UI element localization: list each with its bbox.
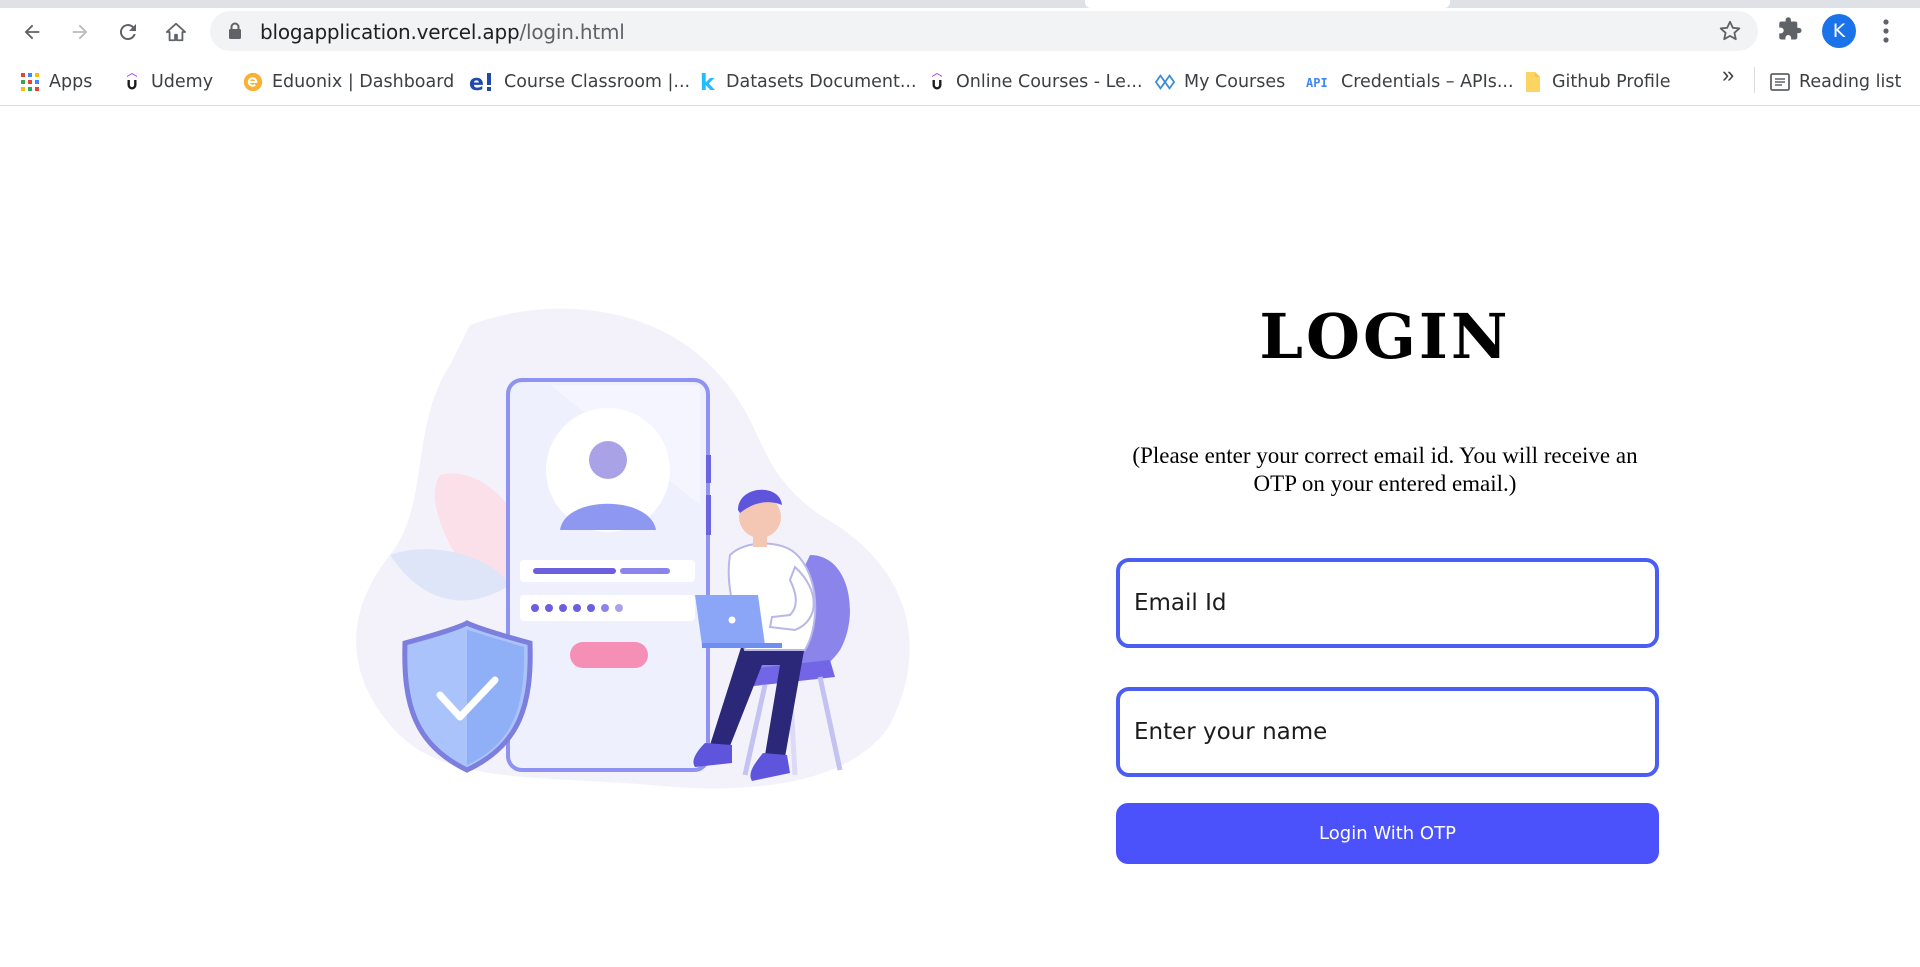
bookmark-label: Course Classroom |... bbox=[504, 72, 691, 92]
apps-grid-icon bbox=[20, 72, 40, 92]
kaggle-icon: k bbox=[697, 71, 717, 93]
bookmark-credentials[interactable]: API Credentials – APIs... bbox=[1306, 68, 1514, 96]
email-field[interactable] bbox=[1116, 558, 1659, 648]
api-icon: API bbox=[1306, 72, 1332, 92]
svg-text:e: e bbox=[469, 71, 484, 94]
avatar-head bbox=[589, 441, 627, 479]
form-line-fill bbox=[533, 568, 616, 574]
phone-side-button bbox=[706, 455, 711, 483]
reload-icon bbox=[119, 24, 136, 41]
name-field[interactable] bbox=[1116, 687, 1659, 777]
login-instructions: (Please enter your correct email id. You… bbox=[1132, 443, 1638, 496]
tab-strip bbox=[0, 0, 1920, 8]
login-pill bbox=[570, 642, 648, 668]
page-title: LOGIN bbox=[1259, 300, 1511, 373]
folder-icon bbox=[1523, 72, 1543, 92]
bookmark-label: Apps bbox=[49, 72, 93, 92]
course-classroom-icon: e bbox=[469, 71, 495, 94]
home-button[interactable] bbox=[158, 14, 194, 50]
bookmark-label: Online Courses - Le... bbox=[956, 72, 1143, 92]
bookmark-star-icon[interactable] bbox=[1718, 19, 1742, 43]
address-bar[interactable]: blogapplication.vercel.app/login.html bbox=[210, 11, 1758, 51]
bookmark-my-courses[interactable]: My Courses bbox=[1155, 68, 1285, 96]
bookmark-course-classroom[interactable]: e Course Classroom |... bbox=[469, 68, 690, 96]
udemy-icon bbox=[927, 72, 947, 92]
phone-side-button bbox=[706, 495, 711, 535]
bookmark-datasets[interactable]: k Datasets Document... bbox=[697, 68, 917, 96]
reading-list-icon bbox=[1770, 72, 1790, 92]
active-tab-edge bbox=[1085, 0, 1450, 8]
form-line-fill bbox=[620, 568, 670, 574]
bookmark-online-courses[interactable]: Online Courses - Le... bbox=[927, 68, 1143, 96]
bookmark-apps[interactable]: Apps bbox=[20, 68, 92, 96]
login-illustration bbox=[356, 308, 910, 789]
svg-text:API: API bbox=[1306, 76, 1328, 90]
laptop-base bbox=[702, 643, 782, 648]
extensions-puzzle-icon[interactable] bbox=[1775, 14, 1805, 44]
profile-avatar[interactable]: K bbox=[1822, 14, 1856, 48]
eduonix-icon bbox=[243, 72, 263, 92]
bookmark-github-profile[interactable]: Github Profile bbox=[1523, 68, 1671, 96]
bookmark-label: Github Profile bbox=[1552, 72, 1671, 92]
forward-arrow-icon bbox=[72, 24, 88, 40]
bookmark-udemy[interactable]: Udemy bbox=[122, 68, 213, 96]
svg-text:k: k bbox=[700, 71, 715, 93]
reading-list-label: Reading list bbox=[1799, 72, 1902, 92]
reload-button[interactable] bbox=[110, 14, 146, 50]
bookmarks-separator bbox=[1754, 67, 1755, 93]
home-icon bbox=[165, 22, 187, 42]
url-text[interactable]: blogapplication.vercel.app/login.html bbox=[260, 20, 625, 44]
url-host: blogapplication.vercel.app bbox=[260, 20, 520, 44]
login-with-otp-button[interactable]: Login With OTP bbox=[1116, 803, 1659, 864]
bookmark-label: Datasets Document... bbox=[726, 72, 917, 92]
laptop-logo bbox=[728, 616, 736, 624]
reading-list-button[interactable]: Reading list bbox=[1770, 68, 1901, 96]
bookmark-eduonix[interactable]: Eduonix | Dashboard bbox=[243, 68, 454, 96]
browser-toolbar: blogapplication.vercel.app/login.html K bbox=[0, 0, 1920, 60]
bookmarks-overflow-button[interactable]: » bbox=[1722, 62, 1734, 88]
lock-icon bbox=[229, 22, 241, 39]
bookmark-label: Credentials – APIs... bbox=[1341, 72, 1514, 92]
bookmark-label: Udemy bbox=[151, 72, 214, 92]
udemy-icon bbox=[122, 72, 142, 92]
url-path: /login.html bbox=[519, 20, 625, 44]
back-arrow-icon bbox=[24, 24, 40, 40]
forward-button[interactable] bbox=[62, 14, 98, 50]
bookmark-label: My Courses bbox=[1184, 72, 1286, 92]
bookmark-label: Eduonix | Dashboard bbox=[272, 72, 455, 92]
menu-kebab-icon[interactable] bbox=[1878, 14, 1894, 48]
my-courses-icon bbox=[1155, 72, 1175, 92]
back-button[interactable] bbox=[14, 14, 50, 50]
